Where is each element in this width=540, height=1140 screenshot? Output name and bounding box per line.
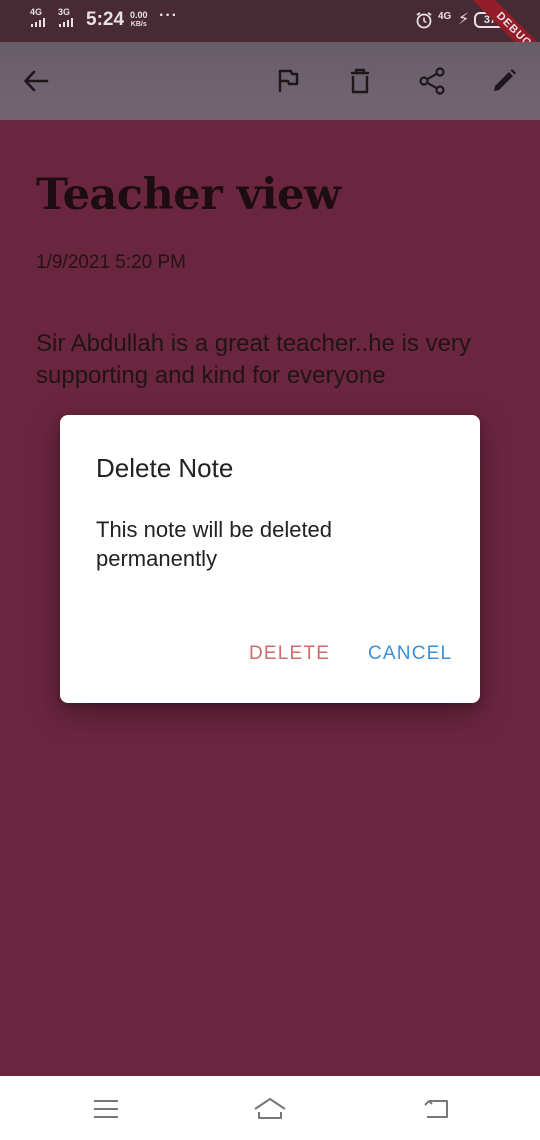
home-button[interactable] — [250, 1092, 290, 1126]
delete-button-confirm[interactable]: DELETE — [249, 643, 330, 665]
cancel-button[interactable]: CANCEL — [368, 643, 452, 665]
menu-icon — [94, 1100, 118, 1118]
home-icon — [254, 1098, 286, 1119]
dialog-message: This note will be deleted permanently — [96, 517, 333, 571]
dialog-title: Delete Note — [96, 453, 234, 483]
recent-apps-button[interactable] — [86, 1092, 126, 1126]
delete-note-dialog: Delete Note This note will be deleted pe… — [60, 415, 480, 703]
system-back-button[interactable] — [416, 1092, 456, 1126]
back-icon — [424, 1100, 448, 1118]
system-nav-bar — [0, 1076, 540, 1140]
